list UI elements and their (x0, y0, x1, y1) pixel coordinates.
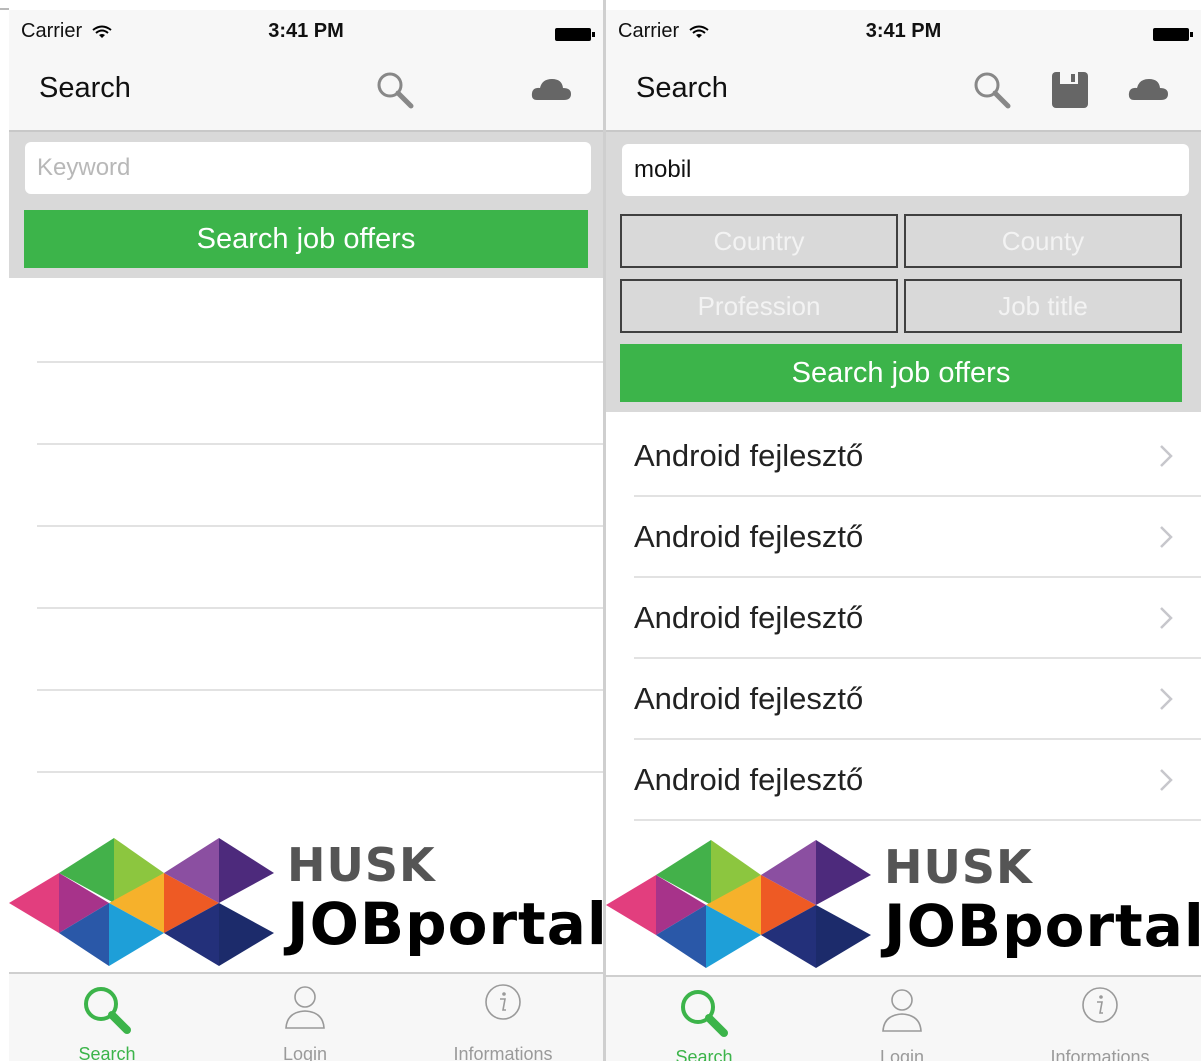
logo-mark-icon (9, 838, 274, 966)
search-icon (681, 990, 728, 1037)
empty-list-row (37, 364, 603, 445)
job-title-label: Android fejlesztő (634, 519, 864, 554)
husk-jobportal-logo: HUSK JOBportal (606, 840, 1201, 980)
nav-bar: Search (9, 50, 603, 132)
tab-informations[interactable]: Informations (1020, 977, 1180, 1061)
tab-search[interactable]: Search (27, 974, 187, 1061)
chevron-right-icon (1160, 526, 1173, 548)
empty-list-row (37, 446, 603, 527)
keyword-input[interactable] (25, 142, 591, 194)
search-job-offers-button[interactable]: Search job offers (24, 210, 588, 268)
husk-jobportal-logo: HUSK JOBportal (9, 838, 603, 978)
status-bar: Carrier 3:41 PM (9, 10, 603, 50)
tab-label: Login (879, 1047, 925, 1061)
battery-icon (1153, 28, 1193, 41)
job-title-label: Android fejlesztő (634, 438, 864, 473)
logo-mark-icon (606, 840, 871, 968)
job-title-label: Android fejlesztő (634, 600, 864, 635)
profession-filter-button[interactable]: Profession (620, 279, 898, 333)
status-bar: Carrier 3:41 PM (606, 10, 1201, 50)
job-title-label: Android fejlesztő (634, 681, 864, 716)
tab-login[interactable]: Login (822, 977, 982, 1061)
logo-text-husk: HUSK (884, 840, 1033, 894)
search-job-offers-button[interactable]: Search job offers (620, 344, 1182, 402)
cloud-icon[interactable] (1126, 68, 1170, 112)
tab-login[interactable]: Login (225, 974, 385, 1061)
empty-list-row (37, 610, 603, 691)
job-result-row[interactable]: Android fejlesztő (634, 497, 1201, 578)
phone-screen-empty-search: Carrier 3:41 PM Search Search job offers (9, 0, 603, 1061)
search-icon[interactable] (373, 68, 417, 112)
tab-search[interactable]: Search (624, 977, 784, 1061)
empty-list-row (37, 692, 603, 773)
tab-label: Informations (1050, 1047, 1150, 1061)
chevron-right-icon (1160, 688, 1173, 710)
status-time: 3:41 PM (865, 20, 942, 42)
battery-icon (555, 28, 595, 41)
info-icon (485, 984, 521, 1020)
keyword-input[interactable] (622, 144, 1189, 196)
tab-informations[interactable]: Informations (423, 974, 583, 1061)
user-icon (882, 989, 922, 1032)
chevron-right-icon (1160, 445, 1173, 467)
logo-text-jobportal: JOBportal (884, 892, 1201, 960)
job-title-filter-button[interactable]: Job title (904, 279, 1182, 333)
page-title: Search (636, 72, 728, 104)
tab-label: Informations (453, 1044, 553, 1061)
job-title-label: Android fejlesztő (634, 762, 864, 797)
cloud-icon[interactable] (529, 68, 573, 112)
page-title: Search (39, 72, 131, 104)
country-filter-button[interactable]: Country (620, 214, 898, 268)
logo-text-husk: HUSK (287, 838, 436, 892)
status-time: 3:41 PM (268, 20, 344, 42)
chevron-right-icon (1160, 607, 1173, 629)
chevron-right-icon (1160, 769, 1173, 791)
search-panel: Country County Profession Job title Sear… (606, 132, 1201, 412)
job-result-row[interactable]: Android fejlesztő (634, 416, 1201, 497)
tab-bar: Search Login Informations (9, 972, 603, 1061)
tab-label: Search (675, 1047, 733, 1061)
search-icon (84, 987, 131, 1034)
save-icon[interactable] (1048, 68, 1092, 112)
tab-bar: Search Login Informations (606, 975, 1201, 1061)
nav-bar: Search (606, 50, 1201, 132)
job-result-row[interactable]: Android fejlesztő (634, 740, 1201, 821)
search-panel: Search job offers (9, 132, 603, 278)
tab-label: Search (78, 1044, 136, 1061)
county-filter-button[interactable]: County (904, 214, 1182, 268)
phone-screen-with-results: Carrier 3:41 PM Search Country County (606, 0, 1201, 1061)
user-icon (285, 986, 325, 1029)
job-result-row[interactable]: Android fejlesztő (634, 578, 1201, 659)
tab-label: Login (282, 1044, 328, 1061)
empty-list-row (37, 528, 603, 609)
job-result-row[interactable]: Android fejlesztő (634, 659, 1201, 740)
search-icon[interactable] (970, 68, 1014, 112)
empty-list-row (37, 282, 603, 363)
info-icon (1082, 987, 1118, 1023)
logo-text-jobportal: JOBportal (287, 890, 603, 958)
